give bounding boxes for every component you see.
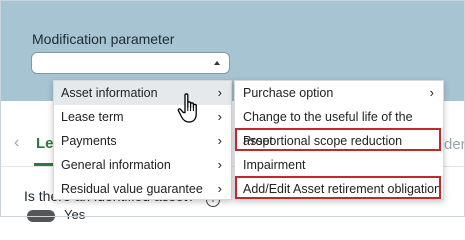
menu-item-label: Payments bbox=[61, 134, 117, 148]
menu-item-lease-term[interactable]: Lease term › bbox=[54, 105, 231, 129]
menu-item-payments[interactable]: Payments › bbox=[54, 129, 231, 153]
chevron-right-icon: › bbox=[217, 181, 222, 196]
menu-item-label: Purchase option bbox=[243, 86, 334, 100]
menu-item-asset-information[interactable]: Asset information › bbox=[54, 81, 231, 105]
menu-item-label: Lease term bbox=[61, 110, 124, 124]
menu-item-label: General information bbox=[61, 158, 171, 172]
toggle-yes-label: Yes bbox=[64, 207, 86, 222]
caret-up-icon bbox=[214, 61, 220, 65]
menu-item-purchase-option[interactable]: Purchase option › bbox=[235, 81, 443, 105]
menu-item-label: Residual value guarantee bbox=[61, 182, 203, 196]
chevron-right-icon: › bbox=[217, 133, 222, 148]
chevron-right-icon: › bbox=[217, 157, 222, 172]
tab-scroll-left-icon[interactable]: ‹ bbox=[14, 134, 19, 152]
chevron-right-icon: › bbox=[217, 85, 222, 100]
chevron-right-icon: › bbox=[217, 109, 222, 124]
highlight-box-proportional-scope-reduction bbox=[235, 128, 441, 151]
identified-asset-toggle[interactable] bbox=[27, 210, 55, 222]
menu-item-change-useful-life[interactable]: Change to the useful life of the asset bbox=[235, 105, 443, 148]
menu-item-label: Impairment bbox=[243, 158, 306, 172]
menu-item-general-information[interactable]: General information › bbox=[54, 153, 231, 177]
tab-active[interactable]: Le bbox=[36, 135, 54, 152]
modification-parameter-select[interactable] bbox=[31, 52, 230, 74]
highlight-box-asset-retirement-obligation bbox=[235, 176, 441, 199]
chevron-right-icon: › bbox=[429, 85, 434, 100]
modification-parameter-label: Modification parameter bbox=[32, 31, 175, 47]
tab-partial-right[interactable]: der bbox=[444, 136, 465, 153]
menu-item-label: Asset information bbox=[61, 86, 158, 100]
modification-menu-level-1: Asset information › Lease term › Payment… bbox=[53, 80, 232, 200]
menu-item-residual-value-guarantee[interactable]: Residual value guarantee › bbox=[54, 177, 231, 201]
hand-pointer-icon bbox=[177, 93, 197, 123]
menu-item-impairment[interactable]: Impairment bbox=[235, 153, 443, 177]
